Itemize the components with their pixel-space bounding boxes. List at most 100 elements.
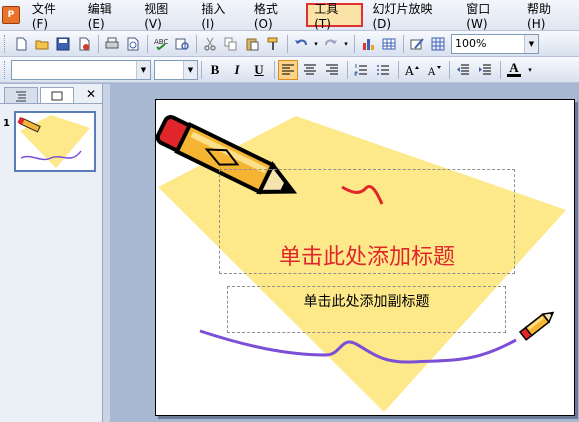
- font-name-combo[interactable]: ▼: [11, 59, 151, 80]
- app-icon[interactable]: P: [2, 6, 20, 24]
- paste-icon: [246, 38, 259, 50]
- decrease-indent-button[interactable]: [453, 60, 473, 80]
- paste-button[interactable]: [242, 34, 262, 54]
- underline-button[interactable]: U: [249, 60, 269, 80]
- increase-font-button[interactable]: A: [402, 60, 422, 80]
- table-icon: [382, 38, 396, 49]
- decrease-font-button[interactable]: A: [424, 60, 444, 80]
- print-preview-icon: [127, 37, 139, 50]
- new-document-icon: [16, 37, 27, 50]
- menu-edit[interactable]: 编辑(E): [82, 2, 135, 31]
- toolbar-separator: [98, 34, 99, 53]
- subtitle-placeholder-text: 单击此处添加副标题: [303, 294, 430, 310]
- zoom-combo[interactable]: 100% ▼: [451, 33, 539, 54]
- tab-outline[interactable]: [4, 87, 38, 103]
- increase-indent-button[interactable]: [475, 60, 495, 80]
- font-color-button[interactable]: A: [504, 60, 524, 80]
- redo-dropdown[interactable]: ▾: [342, 34, 350, 54]
- align-center-button[interactable]: [300, 60, 320, 80]
- toolbar-separator: [398, 60, 399, 79]
- subtitle-placeholder[interactable]: 单击此处添加副标题: [227, 286, 506, 333]
- toolbar-separator: [201, 60, 202, 79]
- copy-button[interactable]: [221, 34, 241, 54]
- grid-button[interactable]: [428, 34, 448, 54]
- chevron-down-icon[interactable]: ▼: [524, 34, 538, 53]
- menu-format[interactable]: 格式(O): [248, 2, 302, 31]
- undo-button[interactable]: [291, 34, 311, 54]
- permission-button[interactable]: [74, 34, 94, 54]
- bold-button[interactable]: B: [205, 60, 225, 80]
- toolbar-separator: [449, 60, 450, 79]
- spelling-button[interactable]: ABC: [151, 34, 171, 54]
- grid-icon: [431, 37, 445, 50]
- align-center-icon: [304, 64, 316, 74]
- font-color-dropdown[interactable]: ▾: [526, 60, 534, 80]
- chart-icon: [363, 38, 374, 50]
- align-right-button[interactable]: [322, 60, 342, 80]
- copy-icon: [224, 37, 237, 50]
- print-button[interactable]: [102, 34, 122, 54]
- chevron-down-icon: ▾: [344, 39, 348, 48]
- save-button[interactable]: [53, 34, 73, 54]
- bullets-button[interactable]: [373, 60, 393, 80]
- scissors-icon: [204, 37, 216, 50]
- chevron-down-icon[interactable]: ▼: [136, 60, 150, 79]
- slide-thumbnail[interactable]: [14, 111, 96, 172]
- print-preview-button[interactable]: [123, 34, 143, 54]
- format-painter-icon: [267, 37, 278, 50]
- numbered-list-icon: [354, 63, 367, 75]
- menu-tools[interactable]: 工具(T): [306, 2, 363, 31]
- open-button[interactable]: [32, 34, 52, 54]
- font-color-label: A: [509, 60, 519, 75]
- menu-insert[interactable]: 插入(I): [195, 2, 244, 31]
- formatting-toolbar: ▼ ▼ B I U A A A ▾: [0, 57, 579, 83]
- slide[interactable]: 单击此处添加标题 单击此处添加副标题: [155, 99, 575, 416]
- menu-window[interactable]: 窗口(W): [460, 2, 517, 31]
- toolbar-separator: [287, 34, 288, 53]
- menu-slideshow[interactable]: 幻灯片放映(D): [367, 2, 457, 31]
- toolbar-separator: [354, 34, 355, 53]
- chevron-down-icon[interactable]: ▼: [183, 60, 197, 79]
- menu-help[interactable]: 帮助(H): [521, 2, 575, 31]
- spelling-icon: ABC: [154, 38, 168, 50]
- font-size-combo[interactable]: ▼: [154, 59, 198, 80]
- small-pencil-clipart: [518, 311, 555, 341]
- title-placeholder[interactable]: 单击此处添加标题: [219, 169, 515, 274]
- menu-bar: P 文件(F) 编辑(E) 视图(V) 插入(I) 格式(O) 工具(T) 幻灯…: [0, 0, 579, 31]
- outline-icon: [16, 91, 26, 101]
- cut-button[interactable]: [200, 34, 220, 54]
- undo-dropdown[interactable]: ▾: [312, 34, 320, 54]
- save-icon: [56, 37, 70, 50]
- research-button[interactable]: [172, 34, 192, 54]
- tables-borders-button[interactable]: [407, 34, 427, 54]
- italic-button[interactable]: I: [227, 60, 247, 80]
- decrease-indent-icon: [457, 64, 469, 74]
- panel-splitter[interactable]: [103, 84, 110, 422]
- menu-file[interactable]: 文件(F): [26, 2, 78, 31]
- insert-table-button[interactable]: [379, 34, 399, 54]
- new-button[interactable]: [11, 34, 31, 54]
- toolbar-grip[interactable]: [4, 34, 7, 53]
- standard-toolbar: ABC ▾ ▾ 100% ▼: [0, 31, 579, 57]
- redo-button[interactable]: [321, 34, 341, 54]
- undo-icon: [295, 39, 307, 45]
- insert-chart-button[interactable]: [358, 34, 378, 54]
- toolbar-separator: [274, 60, 275, 79]
- tab-slides[interactable]: [40, 87, 74, 103]
- slides-icon: [51, 91, 63, 100]
- redo-icon: [325, 39, 337, 45]
- font-color-swatch: [507, 74, 521, 77]
- tables-borders-icon: [410, 37, 424, 49]
- close-icon[interactable]: ✕: [86, 85, 96, 103]
- format-painter-button[interactable]: [263, 34, 283, 54]
- align-left-icon: [282, 64, 294, 74]
- research-icon: [175, 38, 189, 50]
- numbering-button[interactable]: [351, 60, 371, 80]
- toolbar-grip[interactable]: [4, 60, 7, 79]
- increase-font-icon: A: [405, 64, 419, 77]
- increase-indent-icon: [479, 64, 491, 74]
- menu-view[interactable]: 视图(V): [138, 2, 191, 31]
- align-right-icon: [326, 64, 338, 74]
- title-placeholder-text: 单击此处添加标题: [278, 245, 455, 270]
- align-left-button[interactable]: [278, 59, 298, 80]
